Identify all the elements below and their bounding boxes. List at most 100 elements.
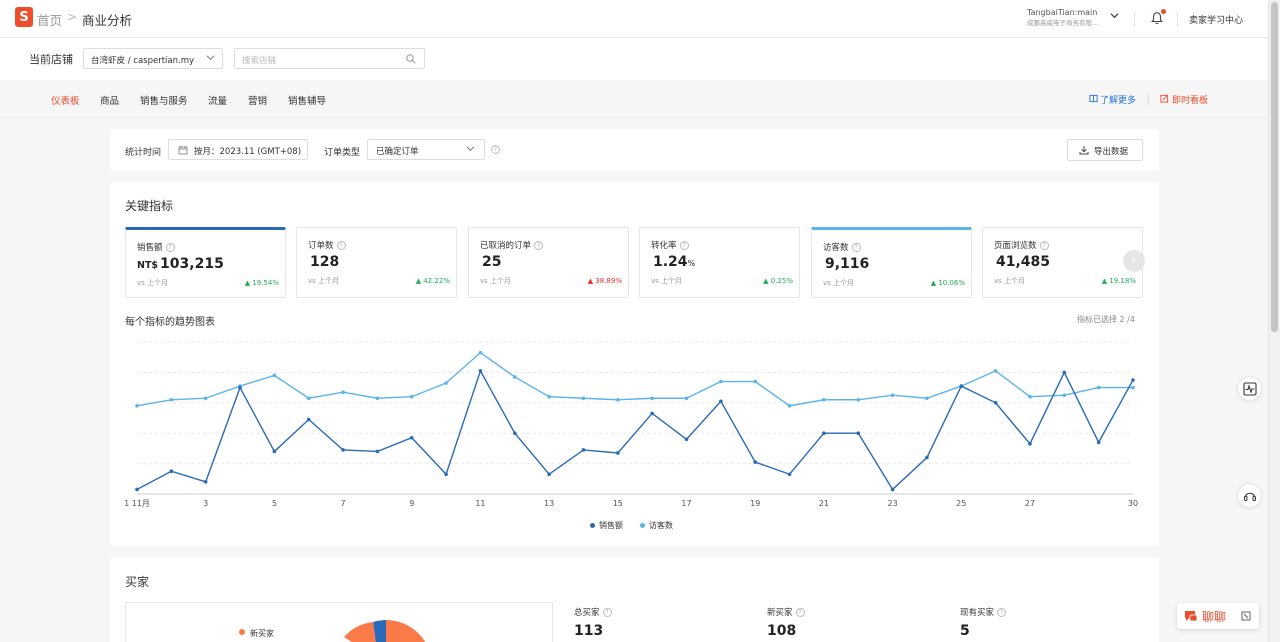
- metric-change: ▲ 0.25%: [763, 277, 793, 285]
- tab-sales-coaching[interactable]: 销售辅导: [288, 93, 326, 107]
- export-data-label: 导出数据: [1094, 147, 1129, 157]
- legend-dot: [590, 523, 595, 528]
- help-icon[interactable]: ?: [491, 145, 500, 154]
- data-point: [959, 384, 964, 388]
- activity-monitor-button[interactable]: [1237, 376, 1262, 401]
- shop-search-input[interactable]: 搜索店铺: [234, 48, 425, 69]
- order-type-select[interactable]: 已确定订单: [367, 139, 485, 160]
- chevron-down-icon[interactable]: [1110, 11, 1119, 20]
- legend-item-sales[interactable]: 销售额: [590, 520, 623, 531]
- tab-marketing[interactable]: 营销: [248, 93, 267, 107]
- x-tick-label: 15: [613, 499, 623, 508]
- top-bar: S 首页 > 商业分析 TangbaiTian:main 成都高威电子商务有限.…: [0, 0, 1268, 38]
- data-point: [169, 397, 174, 402]
- next-arrow-button[interactable]: ›: [1123, 250, 1145, 272]
- pie-legend-new-buyers: 新买家: [250, 629, 274, 638]
- learn-more-link[interactable]: 了解更多: [1100, 93, 1136, 106]
- expand-icon[interactable]: [1241, 611, 1251, 621]
- data-point: [890, 393, 895, 397]
- help-icon[interactable]: ?: [336, 241, 346, 250]
- data-point: [512, 375, 517, 379]
- metric-compare-label: vs 上个月: [480, 277, 512, 285]
- breadcrumb-separator-icon: >: [67, 10, 78, 24]
- data-point: [787, 472, 792, 477]
- account-company: 成都高威电子商务有限...: [1027, 19, 1099, 27]
- data-point: [993, 369, 998, 373]
- metric-compare-label: vs 上个月: [137, 279, 169, 287]
- data-point: [375, 449, 380, 454]
- legend-item-visitors[interactable]: 访客数: [640, 520, 673, 531]
- account-switcher[interactable]: TangbaiTian:main 成都高威电子商务有限...: [1027, 8, 1098, 28]
- data-point: [1062, 370, 1067, 375]
- metric-value: 1.24%: [653, 254, 696, 270]
- chevron-down-icon: [206, 55, 215, 61]
- date-picker[interactable]: 按月：2023.11 (GMT+08): [168, 139, 308, 160]
- help-icon[interactable]: ?: [679, 241, 689, 250]
- chat-widget[interactable]: 聊聊: [1177, 603, 1259, 629]
- section-tabs: 仪表板 商品 销售与服务 流量 营销 销售辅导 了解更多 即时看板: [0, 80, 1268, 118]
- data-point: [650, 396, 654, 401]
- help-icon[interactable]: ?: [795, 608, 805, 617]
- data-point: [993, 401, 998, 405]
- x-tick-label: 19: [750, 499, 760, 508]
- tab-products[interactable]: 商品: [100, 93, 119, 107]
- data-point: [616, 451, 620, 455]
- tab-traffic[interactable]: 流量: [208, 93, 227, 107]
- data-point: [444, 381, 448, 385]
- buyers-pie-panel: 新买家: [125, 602, 553, 642]
- data-point: [238, 385, 242, 390]
- seller-learning-center-link[interactable]: 卖家学习中心: [1189, 13, 1243, 26]
- metric-change: ▲ 38.89%: [587, 277, 622, 285]
- divider: [1148, 93, 1149, 105]
- data-point: [753, 379, 758, 384]
- x-tick-label: 27: [1025, 499, 1035, 508]
- shopee-logo[interactable]: S: [15, 7, 33, 27]
- notification-badge: [1161, 9, 1166, 14]
- tab-sales-service[interactable]: 销售与服务: [140, 93, 188, 107]
- data-point: [1028, 394, 1032, 399]
- metric-card[interactable]: 转化率? 1.24% vs 上个月 ▲ 0.25%: [639, 227, 800, 298]
- metric-card[interactable]: 订单数? 128 vs 上个月 ▲ 42.22%: [296, 227, 457, 298]
- support-button[interactable]: [1237, 483, 1262, 508]
- help-icon[interactable]: ?: [165, 243, 175, 252]
- book-icon: [1089, 94, 1098, 103]
- metric-compare-label: vs 上个月: [994, 277, 1026, 285]
- search-icon[interactable]: [406, 54, 416, 64]
- metric-card[interactable]: 访客数? 9,116 vs 上个月 ▲ 10.06%: [811, 227, 972, 298]
- export-data-button[interactable]: 导出数据: [1067, 139, 1143, 161]
- help-icon[interactable]: ?: [997, 608, 1007, 617]
- data-point: [306, 417, 311, 422]
- page-scrollbar[interactable]: [1268, 0, 1280, 642]
- data-point: [478, 350, 483, 355]
- live-board-link[interactable]: 即时看板: [1172, 93, 1208, 106]
- data-point: [719, 399, 723, 404]
- metric-value: 9,116: [825, 256, 870, 272]
- data-point: [1062, 393, 1067, 397]
- help-icon[interactable]: ?: [602, 608, 612, 617]
- data-point: [581, 396, 586, 401]
- shop-select[interactable]: 台湾虾皮 / caspertian.my: [83, 48, 223, 69]
- page-title: 商业分析: [82, 13, 133, 28]
- metric-card[interactable]: 页面浏览数? 41,485 vs 上个月 ▲ 19.18%: [982, 227, 1143, 298]
- headset-icon: [1244, 492, 1256, 501]
- metric-value: 128: [310, 254, 340, 270]
- help-icon[interactable]: ?: [534, 241, 544, 250]
- data-point: [478, 369, 483, 373]
- help-icon[interactable]: ?: [851, 243, 861, 252]
- breadcrumb-home[interactable]: 首页: [37, 10, 62, 29]
- help-icon[interactable]: ?: [1039, 241, 1049, 250]
- data-point: [856, 431, 861, 435]
- data-point: [581, 448, 586, 452]
- metric-card[interactable]: 已取消的订单? 25 vs 上个月 ▲ 38.89%: [468, 227, 629, 298]
- legend-dot: [239, 629, 245, 635]
- scrollbar-thumb[interactable]: [1271, 2, 1278, 332]
- chevron-down-icon: [466, 146, 475, 152]
- data-point: [787, 404, 792, 408]
- data-point: [547, 394, 551, 399]
- pie-slice-new-buyers: [386, 620, 426, 642]
- data-point: [203, 480, 208, 484]
- tab-dashboard[interactable]: 仪表板: [51, 93, 80, 107]
- metric-card[interactable]: 销售额? NT$ 103,215 vs 上个月 ▲ 19.54%: [125, 227, 286, 298]
- metric-label: 转化率?: [651, 239, 689, 251]
- data-point: [925, 396, 929, 401]
